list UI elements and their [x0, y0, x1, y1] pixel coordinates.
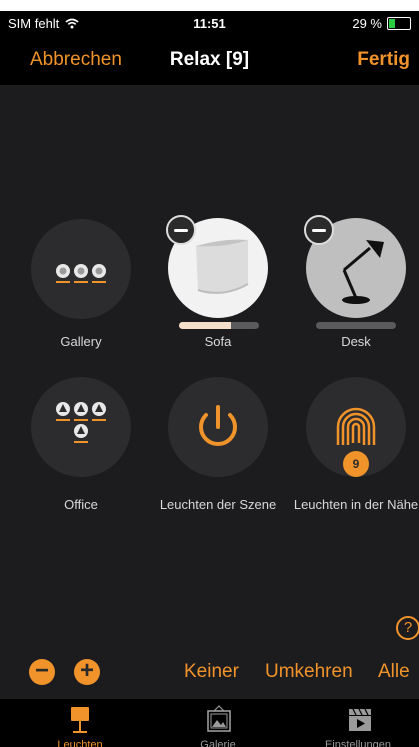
- tab-lights[interactable]: Leuchten: [20, 699, 140, 747]
- light-tile-gallery[interactable]: [31, 219, 131, 319]
- status-bar: SIM fehlt 11:51 29 %: [0, 11, 419, 35]
- tab-gallery-label: Galerie: [200, 739, 236, 747]
- tab-bar: Leuchten Galerie Einstellungen: [0, 699, 419, 747]
- selection-controls: − + Keiner Umkehren Alle: [0, 659, 419, 689]
- desk-brightness-slider[interactable]: [316, 322, 396, 329]
- light-label-desk: Desk: [341, 334, 371, 349]
- battery-icon: [387, 17, 411, 30]
- tab-settings[interactable]: Einstellungen: [298, 699, 418, 747]
- gallery-icon: [207, 705, 231, 732]
- light-label-scene: Leuchten der Szene: [159, 497, 277, 512]
- lamp-icon: [71, 707, 89, 733]
- light-tile-nearby[interactable]: 9: [306, 377, 406, 477]
- tab-settings-label: Einstellungen: [324, 739, 392, 747]
- sofa-brightness-fill: [179, 322, 231, 329]
- tab-lights-label: Leuchten: [57, 739, 103, 747]
- nearby-count-badge: 9: [343, 451, 369, 477]
- light-label-gallery: Gallery: [60, 334, 102, 349]
- select-none-button[interactable]: Keiner: [184, 661, 239, 683]
- office-lights-icon: [56, 402, 106, 443]
- tab-gallery[interactable]: Galerie: [158, 699, 278, 747]
- done-button[interactable]: Fertig: [357, 49, 410, 71]
- settings-icon: [349, 708, 371, 731]
- battery-percent: 29 %: [352, 16, 382, 31]
- light-tile-office[interactable]: [31, 377, 131, 477]
- increase-button[interactable]: +: [74, 659, 100, 685]
- remove-desk-button[interactable]: [304, 215, 334, 245]
- navigation-bar: Abbrechen Relax [9] Fertig: [0, 35, 419, 85]
- status-right: 29 %: [352, 16, 411, 31]
- power-icon: [199, 405, 237, 447]
- gallery-lights-icon: [56, 264, 106, 283]
- sofa-brightness-slider[interactable]: [179, 322, 259, 329]
- light-label-nearby: Leuchten in der Nähe: [293, 497, 419, 512]
- app-screen: SIM fehlt 11:51 29 % Abbrechen Relax [9]…: [0, 11, 419, 747]
- select-all-button[interactable]: Alle: [378, 661, 410, 683]
- light-tile-scene[interactable]: [168, 377, 268, 477]
- decrease-button[interactable]: −: [29, 659, 55, 685]
- help-icon[interactable]: ?: [396, 616, 419, 640]
- remove-sofa-button[interactable]: [166, 215, 196, 245]
- light-label-sofa: Sofa: [204, 334, 232, 349]
- invert-selection-button[interactable]: Umkehren: [265, 661, 353, 683]
- light-label-office: Office: [64, 497, 98, 512]
- cancel-button[interactable]: Abbrechen: [30, 49, 122, 71]
- battery-level: [389, 19, 395, 28]
